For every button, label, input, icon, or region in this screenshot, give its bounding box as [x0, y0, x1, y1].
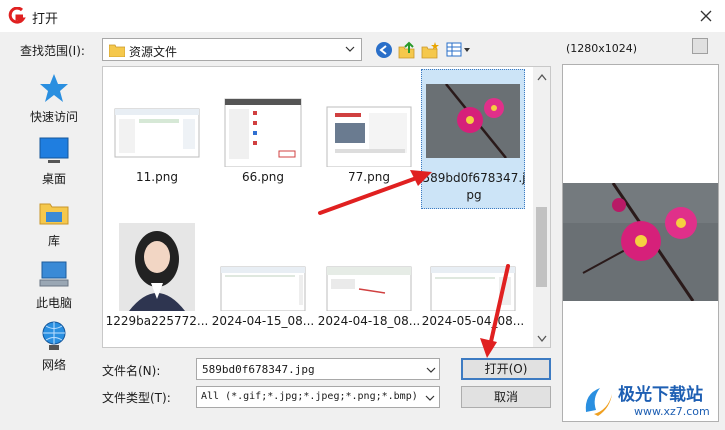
network-icon [42, 321, 66, 350]
file-name: 1229ba225772... [105, 314, 209, 328]
vertical-scrollbar[interactable] [533, 67, 550, 347]
file-name: 589bd0f678347.jpg [422, 171, 526, 202]
chevron-down-icon[interactable] [426, 365, 436, 375]
filename-label: 文件名(N): [102, 364, 161, 378]
plum-blossom-thumbnail [426, 84, 520, 158]
place-label: 此电脑 [35, 296, 72, 310]
preview-image [563, 183, 718, 301]
star-icon [40, 74, 68, 102]
place-label: 桌面 [41, 172, 66, 186]
preview-dimensions: (1280x1024) [566, 42, 638, 55]
view-menu-icon[interactable] [446, 41, 472, 59]
watermark-url: www.xz7.com [634, 405, 710, 418]
place-quick-access[interactable]: 快速访问 [14, 72, 94, 128]
scroll-down-icon[interactable] [537, 335, 547, 343]
file-item[interactable]: 11.png [105, 69, 209, 209]
file-name: 11.png [136, 170, 178, 184]
filename-input[interactable] [196, 358, 440, 380]
chevron-down-icon [345, 46, 355, 52]
filetype-label: 文件类型(T): [102, 391, 171, 405]
up-folder-icon[interactable] [398, 41, 416, 59]
lookin-value: 资源文件 [129, 45, 178, 59]
window-title: 打开 [32, 12, 59, 27]
screenshot-thumbnail [114, 108, 200, 158]
chevron-down-icon [425, 395, 435, 401]
screenshot-thumbnail [220, 266, 306, 311]
library-icon [39, 203, 69, 225]
filetype-value: All (*.gif;*.jpg;*.jpeg;*.png;*.bmp) [201, 391, 418, 402]
place-label: 快速访问 [29, 110, 78, 124]
computer-icon [39, 261, 69, 287]
scroll-thumb[interactable] [536, 207, 547, 287]
file-item[interactable]: 77.png [317, 69, 421, 209]
screenshot-thumbnail [326, 106, 412, 167]
close-icon[interactable] [695, 5, 717, 27]
new-folder-icon[interactable] [421, 41, 439, 59]
places-bar: 快速访问 桌面 库 此电脑 网络 [14, 68, 94, 378]
screenshot-thumbnail [224, 98, 302, 167]
lookin-label: 查找范围(I): [20, 44, 85, 58]
filetype-dropdown[interactable]: All (*.gif;*.jpg;*.jpeg;*.png;*.bmp) [196, 386, 440, 408]
file-name: 77.png [348, 170, 390, 184]
place-this-pc[interactable]: 此电脑 [14, 258, 94, 314]
cancel-button[interactable]: 取消 [461, 386, 551, 408]
file-item[interactable]: 2024-05-04_08... [421, 213, 525, 347]
preview-toggle-button[interactable] [692, 38, 708, 54]
file-name: 2024-04-15_08... [211, 314, 315, 328]
portrait-thumbnail [119, 223, 195, 311]
file-name: 2024-04-18_08... [317, 314, 421, 328]
file-item[interactable]: 2024-04-15_08... [211, 213, 315, 347]
place-label: 库 [47, 234, 60, 248]
scroll-up-icon[interactable] [537, 73, 547, 81]
place-library[interactable]: 库 [14, 196, 94, 252]
lookin-dropdown[interactable]: 资源文件 [102, 38, 362, 61]
back-icon[interactable] [375, 41, 393, 59]
title-bar: 打开 [0, 0, 725, 32]
file-item[interactable]: 2024-04-18_08... [317, 213, 421, 347]
open-button[interactable]: 打开(O) [461, 358, 551, 380]
watermark-logo-icon [585, 388, 612, 416]
watermark: 极光下载站 www.xz7.com [578, 378, 723, 426]
file-name: 66.png [242, 170, 284, 184]
app-logo-icon [8, 7, 26, 24]
screenshot-thumbnail [326, 266, 412, 311]
place-desktop[interactable]: 桌面 [14, 134, 94, 190]
screenshot-thumbnail [430, 266, 516, 311]
file-item[interactable]: 66.png [211, 69, 315, 209]
desktop-icon [39, 137, 69, 163]
watermark-title: 极光下载站 [618, 385, 703, 405]
place-label: 网络 [41, 358, 66, 372]
place-network[interactable]: 网络 [14, 320, 94, 376]
file-list[interactable]: 11.png 66.png 77.png 589bd0f678347.jpg 1… [102, 66, 551, 348]
file-item[interactable]: 1229ba225772... [105, 213, 209, 347]
file-name: 2024-05-04_08... [421, 314, 525, 328]
preview-pane [562, 64, 719, 422]
file-item-selected[interactable]: 589bd0f678347.jpg [421, 69, 525, 209]
folder-icon [109, 44, 125, 57]
